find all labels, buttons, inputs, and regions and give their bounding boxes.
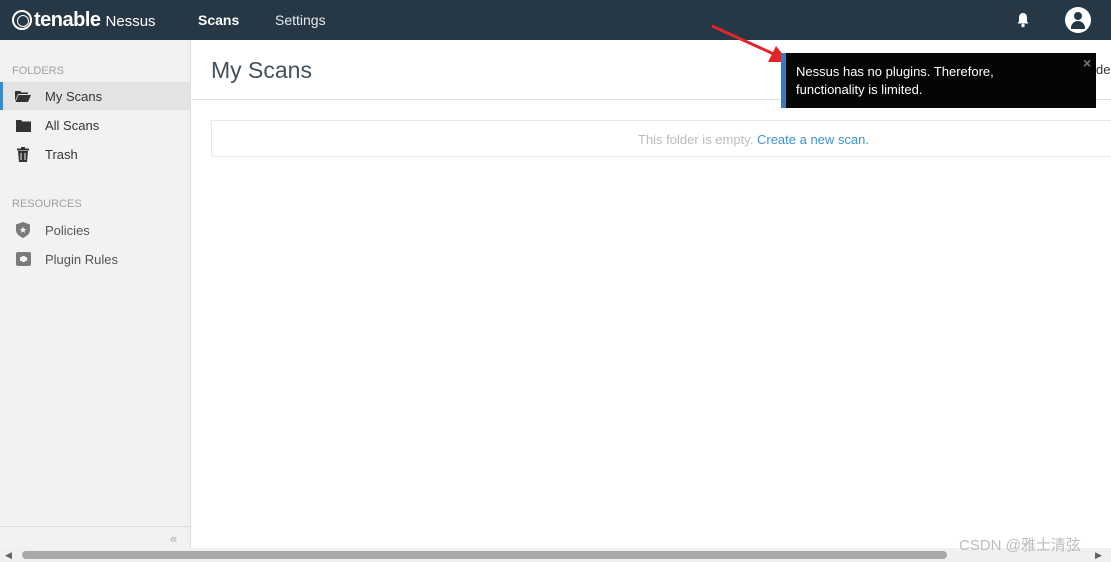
create-new-scan-link[interactable]: Create a new scan.	[757, 132, 869, 147]
horizontal-scrollbar[interactable]: ◀ ▶	[0, 548, 1111, 562]
page-title: My Scans	[211, 57, 312, 83]
main-content: My Scans de This folder is empty. Create…	[191, 40, 1111, 548]
sidebar-item-label: My Scans	[45, 88, 103, 104]
scroll-right-icon[interactable]: ▶	[1095, 550, 1102, 561]
close-icon[interactable]: ×	[1083, 55, 1091, 71]
sidebar-item-plugin-rules[interactable]: Plugin Rules	[0, 245, 190, 273]
folder-open-icon	[15, 88, 31, 104]
tab-scans[interactable]: Scans	[198, 12, 239, 28]
empty-folder-message: This folder is empty. Create a new scan.	[638, 132, 869, 147]
sidebar-item-label: Policies	[45, 222, 90, 238]
top-navigation-bar: tenable Nessus Scans Settings	[0, 0, 1111, 40]
sidebar: FOLDERS My Scans All Scans Trash RESOURC…	[0, 40, 191, 548]
sidebar-item-trash[interactable]: Trash	[0, 140, 190, 168]
user-avatar-icon[interactable]	[1065, 7, 1091, 33]
trash-icon	[15, 146, 31, 162]
watermark: CSDN @雅士清弦	[959, 537, 1081, 554]
sidebar-item-label: Plugin Rules	[45, 251, 118, 267]
collapse-sidebar-icon[interactable]: «	[170, 531, 177, 546]
truncated-toolbar-text[interactable]: de	[1096, 62, 1110, 77]
empty-folder-text: This folder is empty.	[638, 132, 754, 147]
folders-section-label: FOLDERS	[12, 65, 64, 77]
sidebar-item-all-scans[interactable]: All Scans	[0, 111, 190, 139]
logo-product-text: Nessus	[105, 13, 156, 30]
bell-icon[interactable]	[1016, 12, 1030, 28]
plugin-rules-icon	[15, 251, 31, 267]
notification-toast: Nessus has no plugins. Therefore, functi…	[781, 53, 1096, 108]
scroll-left-icon[interactable]: ◀	[5, 550, 12, 561]
tenable-nessus-logo[interactable]: tenable Nessus	[12, 8, 156, 32]
sidebar-item-my-scans[interactable]: My Scans	[0, 82, 190, 110]
sidebar-item-label: All Scans	[45, 117, 100, 133]
notification-message: Nessus has no plugins. Therefore, functi…	[796, 64, 994, 97]
resources-section-label: RESOURCES	[12, 198, 82, 210]
logo-brand-text: tenable	[34, 8, 101, 31]
shield-icon	[15, 222, 31, 238]
sidebar-divider	[0, 526, 190, 527]
avatar-body	[1071, 21, 1085, 29]
empty-folder-panel: This folder is empty. Create a new scan.	[211, 120, 1111, 157]
tenable-logo-icon	[12, 10, 32, 30]
sidebar-item-label: Trash	[45, 146, 78, 162]
avatar-head	[1074, 12, 1082, 20]
tab-settings[interactable]: Settings	[275, 12, 326, 28]
scrollbar-thumb[interactable]	[22, 551, 947, 559]
folder-icon	[15, 117, 31, 133]
sidebar-item-policies[interactable]: Policies	[0, 216, 190, 244]
